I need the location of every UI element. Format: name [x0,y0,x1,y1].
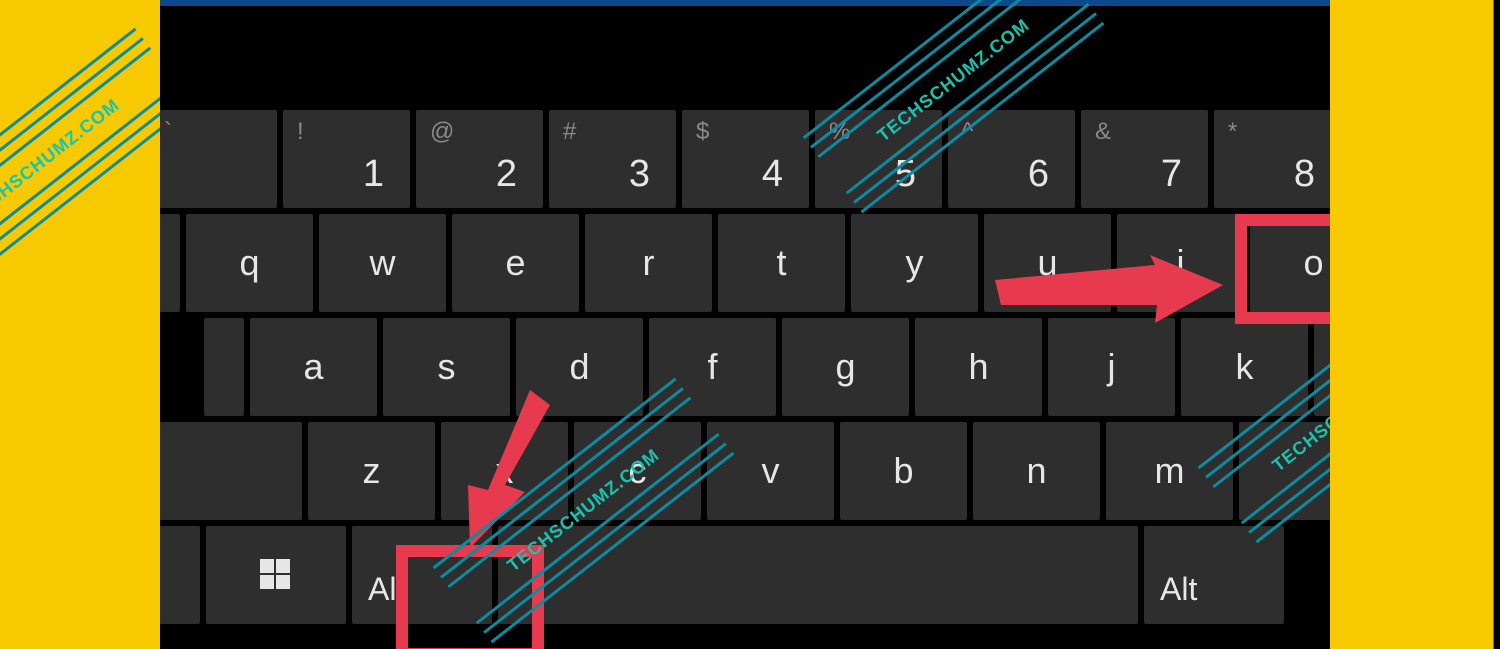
key-u[interactable]: u [984,214,1111,312]
watermark-text: TECHSCHUMZ.COM [0,95,124,227]
key-v[interactable]: v [707,422,834,520]
right-edge-sliver [1488,0,1500,649]
key-i[interactable]: i [1117,214,1244,312]
key-comma[interactable]: < [1239,422,1330,520]
key-r[interactable]: r [585,214,712,312]
key-d[interactable]: d [516,318,643,416]
key-s[interactable]: s [383,318,510,416]
key-k[interactable]: k [1181,318,1308,416]
keyboard-row-qwerty: q w e r t y u i o [160,214,1330,312]
key-z[interactable]: z [308,422,435,520]
key-c[interactable]: c [574,422,701,520]
on-screen-keyboard: ` ! 1 @ 2 # 3 $ 4 % 5 [160,110,1330,630]
key-backtick[interactable]: ` [160,110,277,208]
keyboard-screenshot-area: ` ! 1 @ 2 # 3 $ 4 % 5 [160,0,1330,649]
keyboard-row-modifiers: rl Alt Alt [160,526,1330,624]
key-6[interactable]: ^ 6 [948,110,1075,208]
key-ctrl-partial[interactable]: rl [160,526,200,624]
key-t[interactable]: t [718,214,845,312]
key-4[interactable]: $ 4 [682,110,809,208]
key-5[interactable]: % 5 [815,110,942,208]
key-a[interactable]: a [250,318,377,416]
key-tab-partial[interactable] [160,214,180,312]
windows-icon [260,559,292,591]
key-o[interactable]: o [1250,214,1330,312]
key-3[interactable]: # 3 [549,110,676,208]
key-e[interactable]: e [452,214,579,312]
key-f[interactable]: f [649,318,776,416]
key-j[interactable]: j [1048,318,1175,416]
key-1[interactable]: ! 1 [283,110,410,208]
key-q[interactable]: q [186,214,313,312]
window-titlebar-sliver [160,0,1330,6]
key-8[interactable]: * 8 [1214,110,1330,208]
key-space[interactable] [498,526,1138,624]
key-g[interactable]: g [782,318,909,416]
key-windows[interactable] [206,526,346,624]
key-w[interactable]: w [319,214,446,312]
key-h[interactable]: h [915,318,1042,416]
key-n[interactable]: n [973,422,1100,520]
key-2[interactable]: @ 2 [416,110,543,208]
key-y[interactable]: y [851,214,978,312]
key-b[interactable]: b [840,422,967,520]
key-alt-right[interactable]: Alt [1144,526,1284,624]
keyboard-row-numbers: ` ! 1 @ 2 # 3 $ 4 % 5 [160,110,1330,208]
keyboard-row-bottom: z x c v b n m < [160,422,1330,520]
key-l[interactable]: l [1314,318,1330,416]
key-caps-partial[interactable] [204,318,244,416]
key-shift-partial[interactable] [160,422,302,520]
key-m[interactable]: m [1106,422,1233,520]
key-7[interactable]: & 7 [1081,110,1208,208]
key-alt-left[interactable]: Alt [352,526,492,624]
keyboard-row-home: a s d f g h j k l [204,318,1330,416]
key-x[interactable]: x [441,422,568,520]
